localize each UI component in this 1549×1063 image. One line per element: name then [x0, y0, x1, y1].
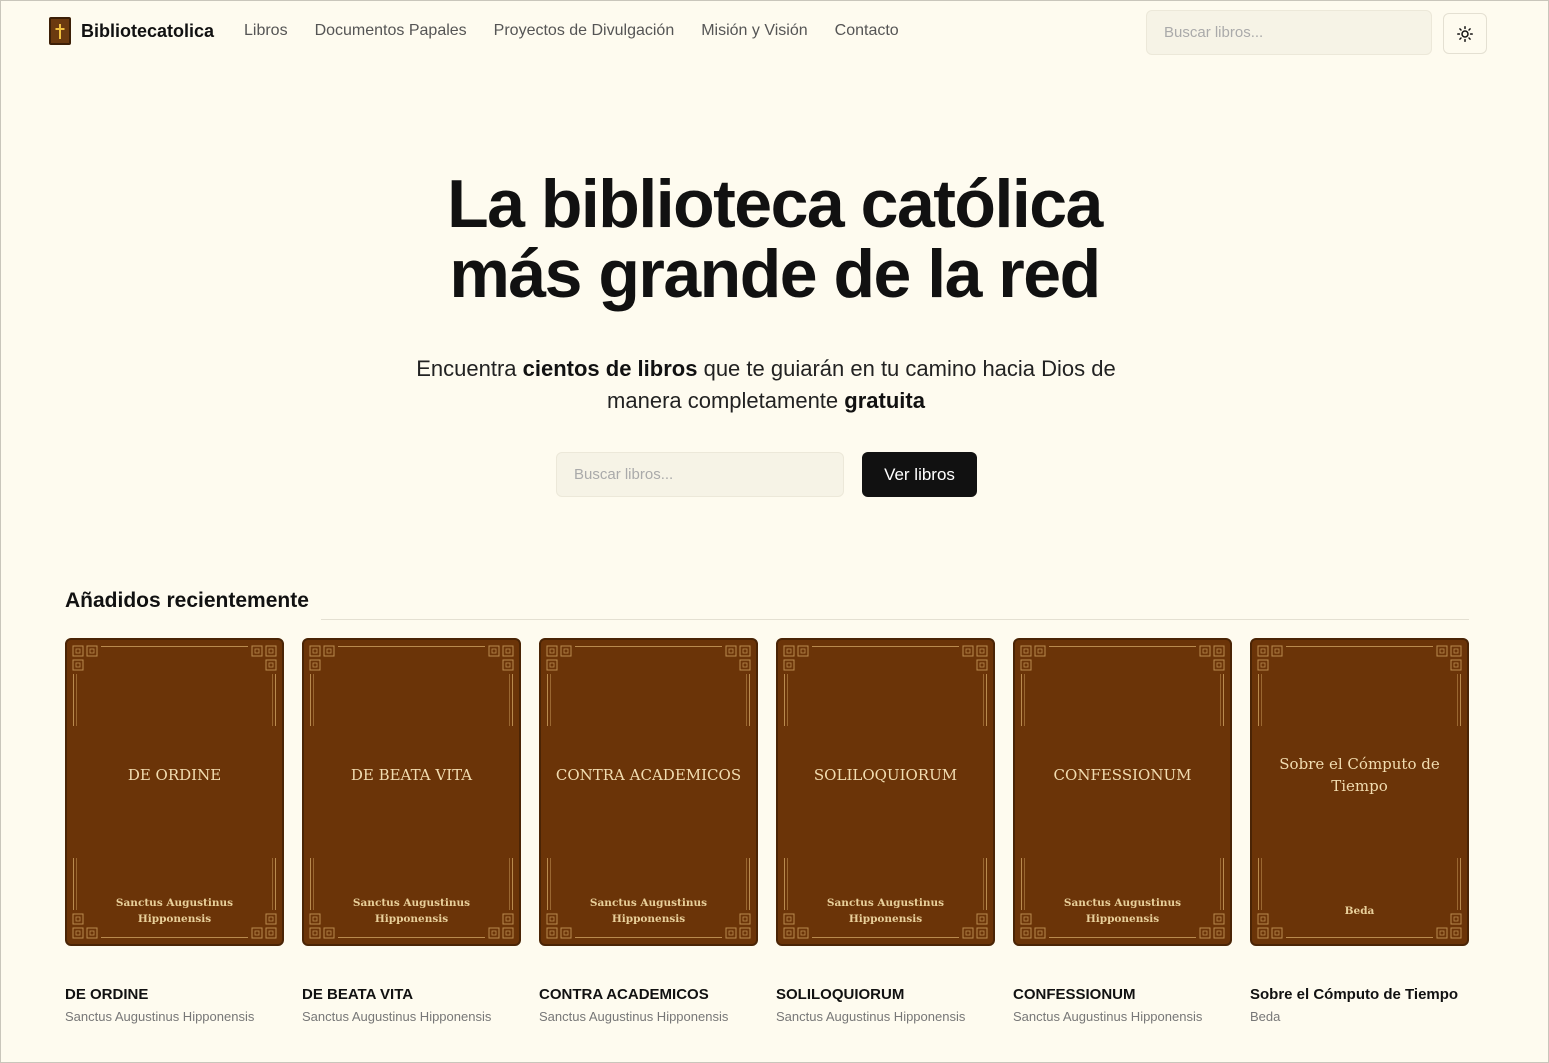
theme-toggle-button[interactable] [1443, 13, 1487, 54]
book-author: Sanctus Augustinus Hipponensis [539, 1009, 729, 1024]
book-cover[interactable]: CONFESSIONUM Sanctus Augustinus Hipponen… [1013, 638, 1232, 946]
book-card[interactable]: Sobre el Cómputo de Tiempo Beda Sobre el… [1250, 638, 1469, 1024]
section-divider [321, 619, 1469, 620]
book-author: Sanctus Augustinus Hipponensis [302, 1009, 492, 1024]
cover-author: Sanctus Augustinus Hipponensis [115, 897, 234, 925]
book-title[interactable]: Sobre el Cómputo de Tiempo [1250, 986, 1469, 1003]
hero-sub-text-1: Encuentra [416, 356, 523, 381]
ver-libros-button[interactable]: Ver libros [862, 452, 977, 497]
nav-link-mision-vision[interactable]: Misión y Visión [701, 22, 807, 40]
book-title[interactable]: DE ORDINE [65, 986, 284, 1003]
sun-icon [1457, 25, 1473, 42]
nav-link-proyectos[interactable]: Proyectos de Divulgación [494, 22, 675, 40]
brand-link[interactable]: Bibliotecatolica [49, 17, 214, 45]
cover-author: Sanctus Augustinus Hipponensis [1063, 897, 1182, 925]
book-logo-icon [49, 17, 71, 45]
brand-name: Bibliotecatolica [81, 20, 215, 41]
cover-title: CONTRA ACADEMICOS [555, 766, 742, 784]
book-author: Beda [1250, 1009, 1281, 1024]
hero-title-line1: La biblioteca católica [447, 166, 1103, 242]
hero-sub-bold-1: cientos de libros [522, 356, 698, 381]
book-cover[interactable]: SOLILOQUIORUM Sanctus Augustinus Hippone… [776, 638, 995, 946]
cover-title: SOLILOQUIORUM [813, 766, 958, 784]
cover-title: DE ORDINE [127, 766, 222, 784]
book-cover[interactable]: Sobre el Cómputo de Tiempo Beda [1250, 638, 1469, 946]
book-card[interactable]: DE BEATA VITA Sanctus Augustinus Hippone… [302, 638, 521, 1024]
hero-subtitle: Encuentra cientos de libros que te guiar… [376, 353, 1156, 417]
book-author: Sanctus Augustinus Hipponensis [776, 1009, 966, 1024]
cover-author: Sanctus Augustinus Hipponensis [352, 897, 471, 925]
book-title[interactable]: CONFESSIONUM [1013, 986, 1232, 1003]
cover-author: Beda [1344, 905, 1375, 917]
recent-books-list: DE ORDINE Sanctus Augustinus Hipponensis… [65, 638, 1469, 1024]
book-author: Sanctus Augustinus Hipponensis [65, 1009, 255, 1024]
cover-title: Sobre el Cómputo de Tiempo [1279, 755, 1440, 795]
nav-link-libros[interactable]: Libros [244, 22, 288, 40]
book-cover[interactable]: DE BEATA VITA Sanctus Augustinus Hippone… [302, 638, 521, 946]
hero-search-input[interactable] [556, 452, 844, 497]
hero-title: La biblioteca católica más grande de la … [1, 169, 1548, 309]
nav-link-contacto[interactable]: Contacto [835, 22, 899, 40]
header-search-input[interactable] [1146, 10, 1432, 55]
book-cover[interactable]: CONTRA ACADEMICOS Sanctus Augustinus Hip… [539, 638, 758, 946]
site-header: Bibliotecatolica Libros Documentos Papal… [1, 1, 1548, 63]
book-card[interactable]: CONFESSIONUM Sanctus Augustinus Hipponen… [1013, 638, 1232, 1024]
cover-author: Sanctus Augustinus Hipponensis [589, 897, 708, 925]
book-card[interactable]: SOLILOQUIORUM Sanctus Augustinus Hippone… [776, 638, 995, 1024]
book-author: Sanctus Augustinus Hipponensis [1013, 1009, 1203, 1024]
book-cover[interactable]: DE ORDINE Sanctus Augustinus Hipponensis [65, 638, 284, 946]
book-card[interactable]: CONTRA ACADEMICOS Sanctus Augustinus Hip… [539, 638, 758, 1024]
book-title[interactable]: CONTRA ACADEMICOS [539, 986, 758, 1003]
cover-title: CONFESSIONUM [1053, 766, 1192, 784]
book-title[interactable]: DE BEATA VITA [302, 986, 521, 1003]
nav-link-documentos-papales[interactable]: Documentos Papales [315, 22, 467, 40]
hero-title-line2: más grande de la red [449, 236, 1101, 312]
book-card[interactable]: DE ORDINE Sanctus Augustinus Hipponensis… [65, 638, 284, 1024]
recent-section-title: Añadidos recientemente [65, 589, 309, 612]
hero-sub-bold-2: gratuita [844, 388, 925, 413]
book-title[interactable]: SOLILOQUIORUM [776, 986, 995, 1003]
main-nav: Libros Documentos Papales Proyectos de D… [244, 22, 899, 40]
cover-author: Sanctus Augustinus Hipponensis [826, 897, 945, 925]
cover-title: DE BEATA VITA [350, 766, 473, 784]
